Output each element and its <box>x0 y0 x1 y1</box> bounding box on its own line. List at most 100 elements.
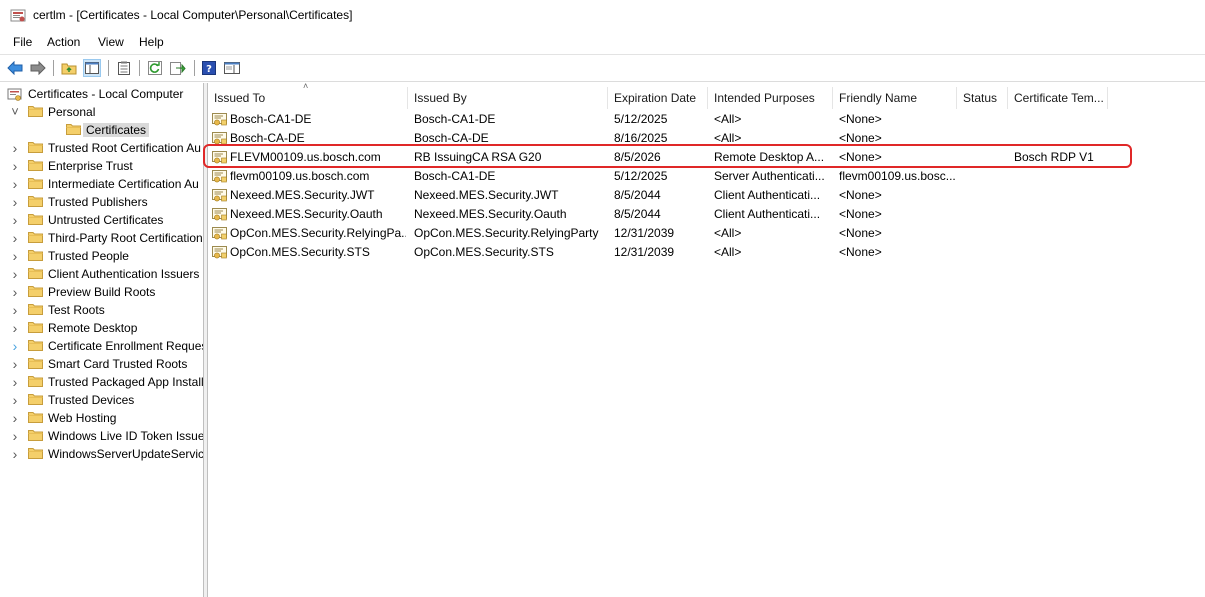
chevron-right-icon[interactable]: › <box>10 411 20 425</box>
folder-icon <box>28 376 43 387</box>
tree-item[interactable]: › Smart Card Trusted Roots <box>0 355 203 373</box>
table-row[interactable]: flevm00109.us.bosch.com Bosch-CA1-DE 5/12/… <box>208 167 1205 186</box>
tree-item[interactable]: › Third-Party Root Certification <box>0 229 203 247</box>
tree-item[interactable]: › Trusted People <box>0 247 203 265</box>
chevron-right-icon[interactable]: › <box>10 447 20 461</box>
table-cell: Nexeed.MES.Security.Oauth <box>230 207 383 221</box>
table-cell: flevm00109.us.bosc... <box>839 169 956 183</box>
chevron-right-icon[interactable]: › <box>10 303 20 317</box>
tree-item[interactable]: › Test Roots <box>0 301 203 319</box>
menu-file[interactable]: File <box>13 35 32 49</box>
back-arrow-icon[interactable] <box>6 59 24 77</box>
menu-help[interactable]: Help <box>139 35 164 49</box>
tree-item[interactable]: › Client Authentication Issuers <box>0 265 203 283</box>
chevron-right-icon[interactable]: › <box>10 159 20 173</box>
open-folder-icon <box>28 106 43 117</box>
certificate-icon <box>212 246 227 259</box>
table-row[interactable]: Nexeed.MES.Security.JWT Nexeed.MES.Securi… <box>208 186 1205 205</box>
chevron-right-icon[interactable]: › <box>10 213 20 227</box>
folder-icon <box>28 142 43 153</box>
tree-item[interactable]: › WindowsServerUpdateService <box>0 445 203 463</box>
table-row[interactable]: Nexeed.MES.Security.Oauth Nexeed.MES.Secu… <box>208 205 1205 224</box>
tree-item-label: Trusted Root Certification Au <box>48 141 201 155</box>
tree-item[interactable]: ˅ Personal <box>0 103 203 121</box>
table-cell: <None> <box>839 150 882 164</box>
tree-item[interactable]: › Trusted Root Certification Au <box>0 139 203 157</box>
folder-icon <box>28 250 43 261</box>
certificate-icon <box>212 151 227 164</box>
tree-item-label: Trusted People <box>48 249 129 263</box>
svg-text:?: ? <box>206 64 212 75</box>
chevron-right-icon[interactable]: › <box>10 141 20 155</box>
tree-item-label: Personal <box>48 105 96 119</box>
tree-item[interactable]: › Web Hosting <box>0 409 203 427</box>
folder-icon <box>66 124 81 135</box>
table-cell: Client Authenticati... <box>714 207 821 221</box>
table-cell: <All> <box>714 226 742 240</box>
folder-icon <box>28 394 43 405</box>
chevron-right-icon[interactable]: › <box>10 249 20 263</box>
chevron-right-icon[interactable]: › <box>10 195 20 209</box>
chevron-right-icon[interactable]: › <box>10 375 20 389</box>
export-list-icon[interactable] <box>169 59 187 77</box>
refresh-icon[interactable] <box>146 59 164 77</box>
certlm-app-icon <box>10 9 26 22</box>
tree-item[interactable]: › Intermediate Certification Au <box>0 175 203 193</box>
chevron-right-icon[interactable]: › <box>10 267 20 281</box>
table-row[interactable]: Bosch-CA1-DE Bosch-CA1-DE 5/12/2025 <All> <N… <box>208 110 1205 129</box>
tree-root[interactable]: Certificates - Local Computer <box>0 85 203 103</box>
table-cell: Client Authenticati... <box>714 188 821 202</box>
tree-item[interactable]: › Enterprise Trust <box>0 157 203 175</box>
tree-item[interactable]: › Untrusted Certificates <box>0 211 203 229</box>
table-row[interactable]: OpCon.MES.Security.RelyingPa... OpCon.MES… <box>208 224 1205 243</box>
chevron-right-icon[interactable]: › <box>10 393 20 407</box>
tree-item[interactable]: › Trusted Publishers <box>0 193 203 211</box>
chevron-right-icon[interactable]: › <box>10 339 20 353</box>
table-row[interactable]: Bosch-CA-DE Bosch-CA-DE 8/16/2025 <All> <Non… <box>208 129 1205 148</box>
folder-icon <box>28 412 43 423</box>
action-pane-icon[interactable] <box>223 59 241 77</box>
properties-icon[interactable] <box>115 59 133 77</box>
tree-item[interactable]: › Trusted Devices <box>0 391 203 409</box>
tree-item[interactable]: › Certificate Enrollment Reques <box>0 337 203 355</box>
table-cell: Server Authenticati... <box>714 169 825 183</box>
chevron-right-icon[interactable]: › <box>10 177 20 191</box>
tree-item-label: Trusted Publishers <box>48 195 148 209</box>
forward-arrow-icon[interactable] <box>29 59 47 77</box>
chevron-right-icon[interactable]: › <box>10 231 20 245</box>
table-row[interactable]: FLEVM00109.us.bosch.com RB IssuingCA RSA … <box>208 148 1205 167</box>
chevron-right-icon[interactable]: › <box>10 321 20 335</box>
tree-item[interactable]: › Windows Live ID Token Issuer <box>0 427 203 445</box>
column-header[interactable]: Certificate Tem... <box>1008 87 1108 109</box>
menu-action[interactable]: Action <box>47 35 80 49</box>
column-header[interactable]: Friendly Name <box>833 87 957 109</box>
table-row[interactable]: OpCon.MES.Security.STS OpCon.MES.Security… <box>208 243 1205 262</box>
toolbar-separator <box>53 60 54 76</box>
table-cell: Bosch-CA1-DE <box>414 169 496 183</box>
table-cell: 8/5/2026 <box>614 150 661 164</box>
chevron-right-icon[interactable]: › <box>10 429 20 443</box>
folder-icon <box>28 286 43 297</box>
toolbar-separator <box>194 60 195 76</box>
table-cell: Remote Desktop A... <box>714 150 825 164</box>
tree-item[interactable]: › Remote Desktop <box>0 319 203 337</box>
help-icon[interactable]: ? <box>200 59 218 77</box>
column-header[interactable]: Status <box>957 87 1008 109</box>
menu-view[interactable]: View <box>98 35 124 49</box>
certificate-icon <box>212 227 227 240</box>
column-header[interactable]: Expiration Date <box>608 87 708 109</box>
chevron-right-icon[interactable]: › <box>10 357 20 371</box>
table-cell: <None> <box>839 131 882 145</box>
column-header[interactable]: Issued By <box>408 87 608 109</box>
table-cell: OpCon.MES.Security.STS <box>230 245 370 259</box>
chevron-down-icon[interactable]: ˅ <box>10 105 20 119</box>
column-header[interactable]: Intended Purposes <box>708 87 833 109</box>
table-cell: OpCon.MES.Security.RelyingPa... <box>230 226 406 240</box>
tree-item[interactable]: › Trusted Packaged App Installa <box>0 373 203 391</box>
tree-item[interactable]: Certificates <box>0 121 203 139</box>
show-hide-tree-icon[interactable] <box>83 59 101 77</box>
table-cell: 8/5/2044 <box>614 207 661 221</box>
chevron-right-icon[interactable]: › <box>10 285 20 299</box>
tree-item[interactable]: › Preview Build Roots <box>0 283 203 301</box>
up-folder-icon[interactable] <box>60 59 78 77</box>
